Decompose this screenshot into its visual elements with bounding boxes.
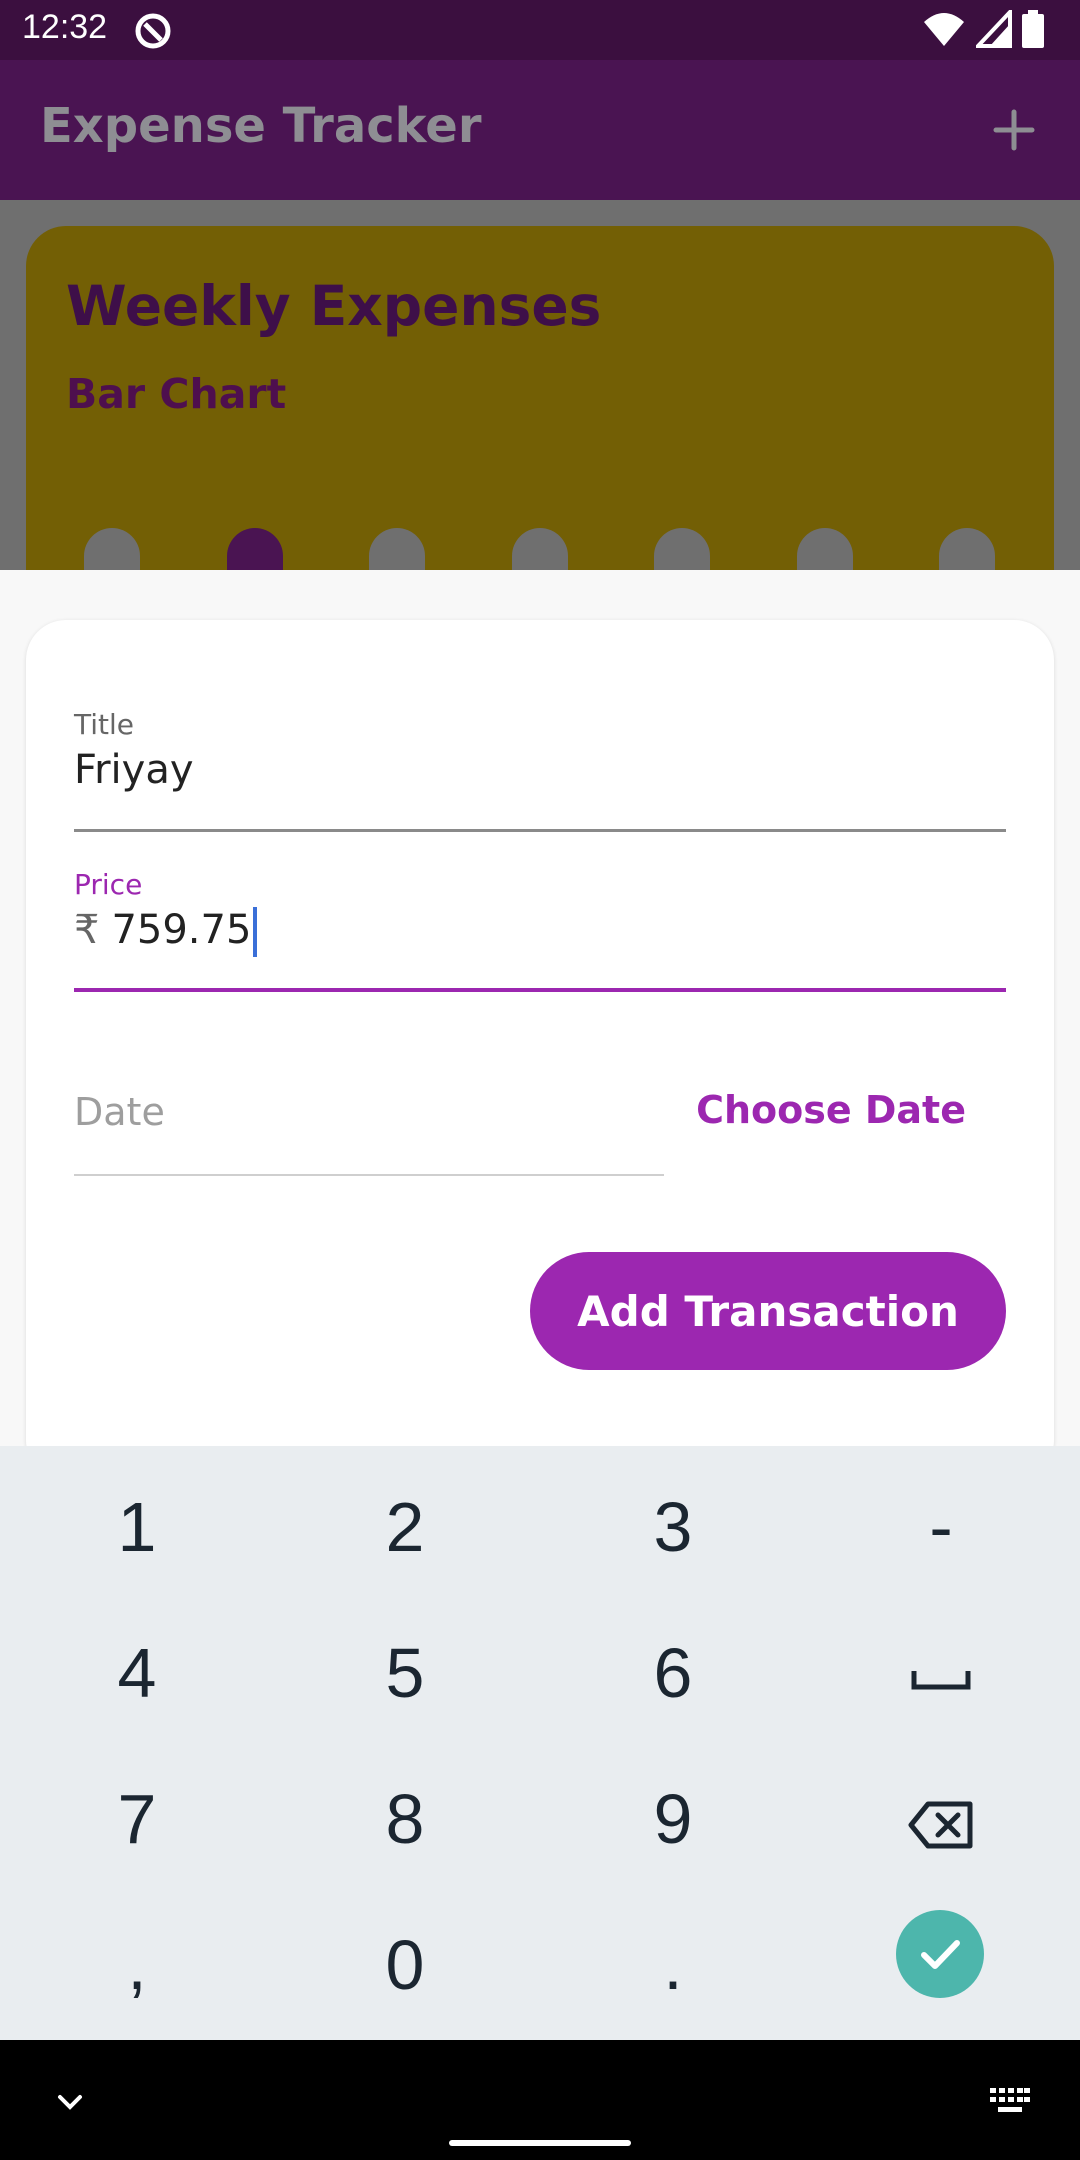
key-minus[interactable]: -: [806, 1454, 1076, 1600]
background-scrim[interactable]: Weekly Expenses Bar Chart: [0, 200, 1080, 570]
checkmark-icon: [921, 1940, 960, 1969]
title-value: Friyay: [74, 747, 194, 793]
app-bar: Expense Tracker: [0, 60, 1080, 200]
chart-heading: Weekly Expenses: [66, 274, 602, 338]
key-9[interactable]: 9: [538, 1746, 808, 1892]
key-6[interactable]: 6: [538, 1600, 808, 1746]
status-bar: 12:32: [0, 0, 1080, 60]
price-label: Price: [74, 868, 143, 901]
key-5[interactable]: 5: [270, 1600, 540, 1746]
date-placeholder: Date: [74, 1090, 165, 1134]
choose-date-button[interactable]: Choose Date: [696, 1088, 966, 1132]
chart-bar: [654, 528, 710, 570]
wifi-icon: [924, 13, 964, 46]
bottom-sheet: Title Friyay Price ₹759.75 Date Choose D…: [0, 570, 1080, 1480]
key-8[interactable]: 8: [270, 1746, 540, 1892]
text-cursor: [253, 907, 258, 957]
home-handle[interactable]: [449, 2140, 631, 2146]
numeric-keyboard: 1 2 3 - 4 5 6 7 8 9 , 0 .: [0, 1446, 1080, 2040]
key-comma[interactable]: ,: [2, 1892, 272, 2038]
status-icons: [922, 10, 1062, 50]
price-value: 759.75: [111, 907, 252, 953]
keyboard-switch-icon[interactable]: [990, 2088, 1030, 2116]
date-row: Date Choose Date: [74, 1064, 1006, 1176]
chart-bar: [369, 528, 425, 570]
chart-subheading: Bar Chart: [66, 370, 287, 418]
key-4[interactable]: 4: [2, 1600, 272, 1746]
chart-bar: [796, 528, 853, 570]
date-field: Date: [74, 1064, 664, 1176]
app-title: Expense Tracker: [40, 98, 482, 154]
backspace-key[interactable]: [806, 1746, 1076, 1892]
key-3[interactable]: 3: [538, 1454, 808, 1600]
battery-icon: [1022, 10, 1044, 48]
chart-card: Weekly Expenses Bar Chart: [26, 226, 1054, 570]
space-bar-icon: [911, 1670, 971, 1690]
key-1[interactable]: 1: [2, 1454, 272, 1600]
done-key[interactable]: [896, 1910, 984, 1998]
chart-bar: [939, 528, 995, 570]
chart-bar: [511, 528, 568, 570]
price-input[interactable]: ₹759.75: [74, 907, 1006, 957]
cell-signal-icon: [976, 10, 1012, 48]
add-icon[interactable]: [984, 100, 1044, 160]
status-time: 12:32: [22, 8, 108, 46]
backspace-icon: [908, 1801, 973, 1849]
chart-bar: [84, 528, 140, 570]
price-field[interactable]: Price ₹759.75: [74, 868, 1006, 992]
space-key[interactable]: [806, 1600, 1076, 1746]
chevron-down-icon[interactable]: [52, 2084, 88, 2120]
app-notification-icon: [135, 13, 171, 49]
key-period[interactable]: .: [538, 1892, 808, 2038]
transaction-form: Title Friyay Price ₹759.75 Date Choose D…: [26, 620, 1054, 1480]
key-2[interactable]: 2: [270, 1454, 540, 1600]
title-label: Title: [74, 708, 135, 741]
currency-prefix: ₹: [74, 907, 100, 953]
title-field[interactable]: Title Friyay: [74, 708, 1006, 832]
chart-bar: [226, 528, 283, 570]
add-transaction-button[interactable]: Add Transaction: [530, 1252, 1006, 1370]
key-7[interactable]: 7: [2, 1746, 272, 1892]
navigation-bar: [0, 2040, 1080, 2160]
key-0[interactable]: 0: [270, 1892, 540, 2038]
